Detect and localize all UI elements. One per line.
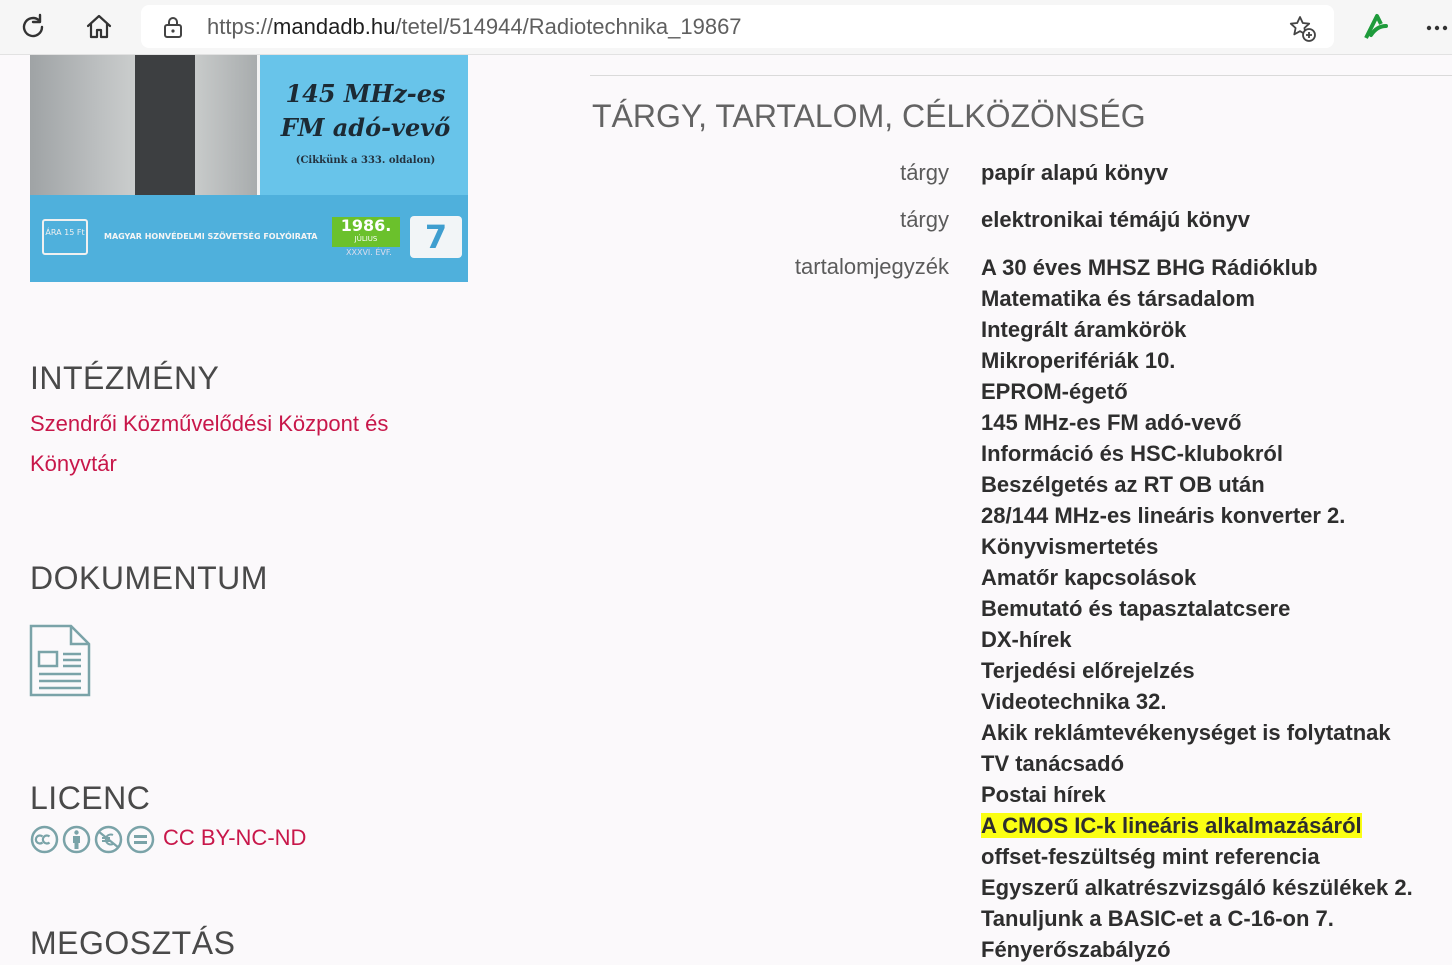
url-path: /tetel/514944/Radiotechnika_19867 xyxy=(395,14,742,39)
cover-caption: (Cikkünk a 333. oldalon) xyxy=(295,155,436,166)
toc-item: offset-feszültség mint referencia xyxy=(981,841,1413,872)
toc-item-text: 145 MHz-es FM adó-vevő xyxy=(981,410,1242,435)
subject-value: elektronikai témájú könyv xyxy=(981,207,1250,232)
toc-item-text: EPROM-égető xyxy=(981,379,1128,404)
toc-item-text: Információ és HSC-klubokról xyxy=(981,441,1283,466)
cover-photo-figure xyxy=(135,55,195,195)
toc-item-text: DX-hírek xyxy=(981,627,1072,652)
toc-item-text: Integrált áramkörök xyxy=(981,317,1187,342)
institution-link[interactable]: Szendrői Közművelődési Központ és Könyvt… xyxy=(30,411,388,476)
add-favorite-icon[interactable] xyxy=(1288,14,1316,42)
cover-price: ÁRA 15 Ft xyxy=(42,219,88,255)
more-menu-icon[interactable] xyxy=(1419,14,1452,44)
toc-item: Információ és HSC-klubokról xyxy=(981,438,1413,469)
toc-item: Akik reklámtevékenységet is folytatnak xyxy=(981,717,1413,748)
toc-item: Könyvismertetés xyxy=(981,531,1413,562)
toc-item-highlighted: A CMOS IC-k lineáris alkalmazásáról xyxy=(981,810,1413,841)
license-block: CC BY-NC-ND xyxy=(163,825,306,851)
browser-toolbar: https://mandadb.hu/tetel/514944/Radiotec… xyxy=(0,0,1452,55)
toc-item: Beszélgetés az RT OB után xyxy=(981,469,1413,500)
by-attribution-icon xyxy=(62,825,91,854)
toc-item: Postai hírek xyxy=(981,779,1413,810)
toc-item: 28/144 MHz-es lineáris konverter 2. xyxy=(981,500,1413,531)
section-divider xyxy=(590,75,1452,76)
toc-item-text: Fényerőszabályzó xyxy=(981,937,1171,962)
toc-item-text: Egyszerű alkatrészvizsgáló készülékek 2. xyxy=(981,875,1413,900)
toc-item: Matematika és társadalom xyxy=(981,283,1413,314)
toc-item: Integrált áramkörök xyxy=(981,314,1413,345)
institution-heading: INTÉZMÉNY xyxy=(30,360,220,396)
toc-item: Mikroperifériák 10. xyxy=(981,345,1413,376)
toc-item: Amatőr kapcsolások xyxy=(981,562,1413,593)
subject-label: tárgy xyxy=(900,160,949,185)
url-domain: mandadb.hu xyxy=(273,14,396,39)
toc-item-text: TV tanácsadó xyxy=(981,751,1125,776)
toc-item: 145 MHz-es FM adó-vevő xyxy=(981,407,1413,438)
table-of-contents: A 30 éves MHSZ BHG Rádióklub Matematika é… xyxy=(981,252,1413,965)
toc-item: A 30 éves MHSZ BHG Rádióklub xyxy=(981,252,1413,283)
toc-item-text: A 30 éves MHSZ BHG Rádióklub xyxy=(981,255,1318,280)
toc-item-text: Videotechnika 32. xyxy=(981,689,1167,714)
toc-item: Egyszerű alkatrészvizsgáló készülékek 2. xyxy=(981,872,1413,903)
toc-item-text: Beszélgetés az RT OB után xyxy=(981,472,1265,497)
cover-title-panel: 145 MHz-es FM adó-vevő (Cikkünk a 333. o… xyxy=(257,55,468,195)
cover-month: JÚLIUS xyxy=(354,235,378,243)
toc-item-text: A CMOS IC-k lineáris alkalmazásáról xyxy=(981,813,1362,838)
cc-icon xyxy=(30,825,59,854)
toc-item-text: Amatőr kapcsolások xyxy=(981,565,1197,590)
extension-icon[interactable] xyxy=(1361,12,1391,42)
toc-item-text: Könyvismertetés xyxy=(981,534,1159,559)
cover-publisher: MAGYAR HONVÉDELMI SZÖVETSÉG FOLYÓIRATA xyxy=(104,232,318,241)
document-heading: DOKUMENTUM xyxy=(30,560,268,596)
reload-icon[interactable] xyxy=(18,12,48,42)
toc-item-text: Tanuljunk a BASIC-et a C-16-on 7. xyxy=(981,906,1334,931)
toc-item-text: Mikroperifériák 10. xyxy=(981,348,1176,373)
address-bar[interactable]: https://mandadb.hu/tetel/514944/Radiotec… xyxy=(141,5,1334,48)
cover-volume: XXXVI. ÉVF. xyxy=(346,248,392,257)
share-heading: MEGOSZTÁS xyxy=(30,925,236,961)
toc-item: Bemutató és tapasztalatcsere xyxy=(981,593,1413,624)
toc-item: Terjedési előrejelzés xyxy=(981,655,1413,686)
toc-item: Videotechnika 32. xyxy=(981,686,1413,717)
license-heading: LICENC xyxy=(30,780,151,816)
toc-item: TV tanácsadó xyxy=(981,748,1413,779)
toc-item-text: Terjedési előrejelzés xyxy=(981,658,1195,683)
url-scheme: https:// xyxy=(207,14,274,39)
subject-label: tárgy xyxy=(900,207,949,232)
document-icon[interactable] xyxy=(29,624,91,697)
toc-item-text: 28/144 MHz-es lineáris konverter 2. xyxy=(981,503,1346,528)
subject-section-heading: TÁRGY, TARTALOM, CÉLKÖZÖNSÉG xyxy=(592,98,1146,134)
license-link[interactable]: CC BY-NC-ND xyxy=(163,825,306,850)
toc-item-text: Akik reklámtevékenységet is folytatnak xyxy=(981,720,1391,745)
toc-item-text: Postai hírek xyxy=(981,782,1106,807)
toc-label: tartalomjegyzék xyxy=(794,254,949,279)
toc-item: Tanuljunk a BASIC-et a C-16-on 7. xyxy=(981,903,1413,934)
toc-item-text: Matematika és társadalom xyxy=(981,286,1255,311)
cover-image[interactable]: 145 MHz-es FM adó-vevő (Cikkünk a 333. o… xyxy=(30,55,468,282)
cover-headline: 145 MHz-es FM adó-vevő xyxy=(280,79,451,142)
toc-item: DX-hírek xyxy=(981,624,1413,655)
home-icon[interactable] xyxy=(84,12,114,42)
institution-block: Szendrői Közművelődési Központ és Könyvt… xyxy=(30,405,430,485)
lock-icon[interactable] xyxy=(163,16,183,38)
subject-value: papír alapú könyv xyxy=(981,160,1169,185)
toc-item: Fényerőszabályzó xyxy=(981,934,1413,965)
toc-item-text: offset-feszültség mint referencia xyxy=(981,844,1320,869)
cover-issue-number: 7 xyxy=(410,216,462,258)
url-text[interactable]: https://mandadb.hu/tetel/514944/Radiotec… xyxy=(207,14,742,40)
toc-item-text: Bemutató és tapasztalatcsere xyxy=(981,596,1291,621)
no-derivatives-icon xyxy=(126,825,155,854)
toc-item: EPROM-égető xyxy=(981,376,1413,407)
non-commercial-icon xyxy=(94,825,123,854)
